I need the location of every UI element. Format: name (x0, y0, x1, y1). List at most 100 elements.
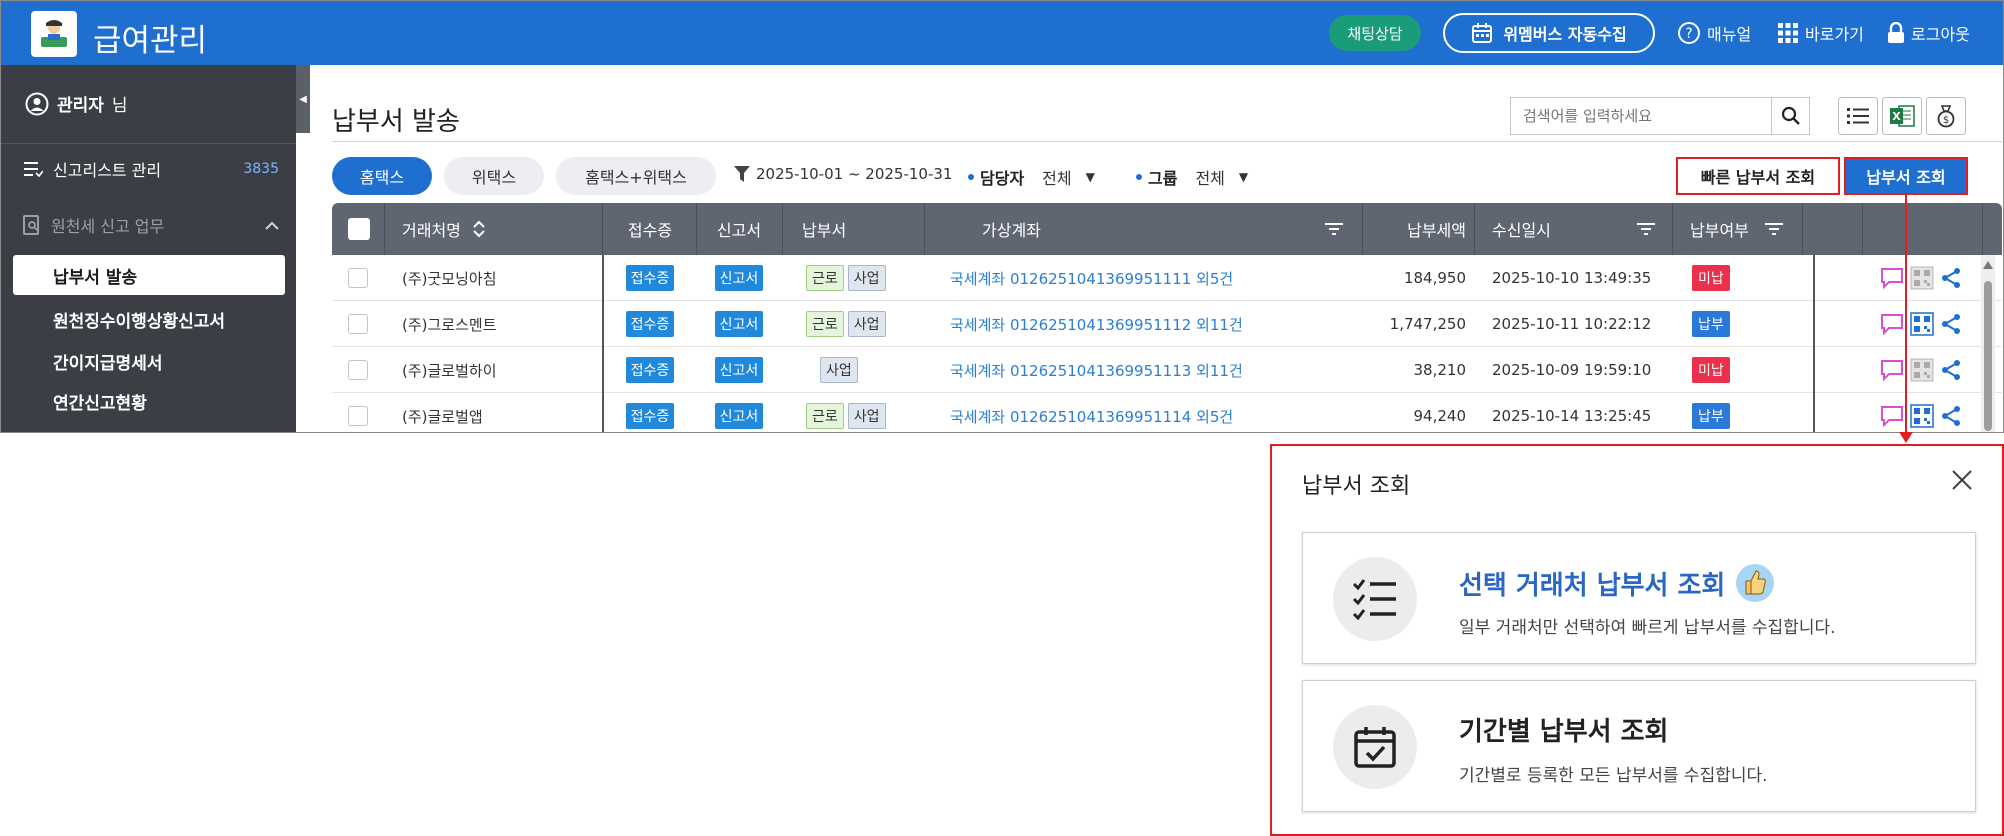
table-row[interactable]: (주)그로스멘트 접수증 신고서 근로 사업 국세계좌 012625104136… (332, 301, 2002, 347)
business-tag[interactable]: 사업 (847, 265, 886, 291)
share-icon[interactable] (1940, 267, 1962, 289)
table-scrollbar[interactable] (1981, 255, 1995, 432)
message-icon[interactable] (1880, 267, 1904, 289)
select-all-cell[interactable] (348, 203, 370, 255)
close-icon[interactable] (1948, 466, 1976, 494)
received-datetime: 2025-10-09 19:59:10 (1492, 361, 1652, 379)
labor-tag[interactable]: 근로 (806, 265, 844, 291)
sidebar-group-withholding[interactable]: 원천세 신고 업무 (23, 213, 279, 237)
header-client[interactable]: 거래처명 (402, 203, 485, 255)
header-received-filter[interactable] (1636, 203, 1656, 255)
virtual-account-link[interactable]: 국세계좌 0126251041369951112 외11건 (950, 314, 1243, 335)
virtual-account-link[interactable]: 국세계좌 0126251041369951113 외11건 (950, 360, 1243, 381)
header-received: 수신일시 (1492, 221, 1551, 240)
column-filter-icon (1325, 223, 1343, 235)
message-icon[interactable] (1880, 359, 1904, 381)
excel-icon: X (1890, 105, 1915, 127)
labor-tag[interactable]: 근로 (806, 403, 844, 429)
sidebar-item-annual-status[interactable]: 연간신고현황 (53, 389, 147, 414)
receipt-button[interactable]: 접수증 (625, 265, 675, 291)
tab-hometax-wetax[interactable]: 홈택스+위택스 (556, 157, 716, 195)
message-icon[interactable] (1880, 313, 1904, 335)
report-button[interactable]: 신고서 (714, 265, 764, 291)
row-checkbox[interactable] (348, 360, 368, 380)
tab-wetax[interactable]: 위택스 (444, 157, 544, 195)
payment-query-button[interactable]: 납부서 조회 (1844, 157, 1968, 195)
select-all-checkbox[interactable] (348, 218, 370, 240)
business-tag[interactable]: 사업 (820, 357, 858, 383)
report-button[interactable]: 신고서 (714, 357, 764, 383)
receipt-button[interactable]: 접수증 (625, 357, 675, 383)
header-report: 신고서 (716, 221, 762, 240)
manual-link[interactable]: ? 매뉴얼 (1677, 19, 1751, 47)
chat-consult-button[interactable]: 채팅상담 (1329, 15, 1421, 51)
list-view-icon (1847, 108, 1869, 124)
fee-button[interactable]: $ (1926, 97, 1966, 135)
header-paid-filter[interactable] (1764, 203, 1784, 255)
svg-text:?: ? (1685, 26, 1692, 42)
client-name[interactable]: (주)글로벌하이 (402, 347, 497, 393)
message-icon[interactable] (1880, 405, 1904, 427)
labor-tag[interactable]: 근로 (806, 311, 844, 337)
tab-hometax[interactable]: 홈택스 (332, 157, 432, 195)
sidebar-item-report-list[interactable]: 신고리스트 관리 3835 (23, 157, 279, 181)
search-button[interactable] (1771, 98, 1809, 134)
sidebar-item-payment-send[interactable]: 납부서 발송 (13, 255, 285, 295)
status-badge: 납부 (1692, 311, 1730, 337)
sidebar-collapse-button[interactable]: ◀ (296, 65, 310, 133)
sidebar-item-label: 신고리스트 관리 (53, 161, 162, 180)
business-tag[interactable]: 사업 (847, 311, 886, 337)
group-filter[interactable]: 그룹 전체 ▼ (1136, 165, 1248, 189)
table-row[interactable]: (주)글로벌하이 접수증 신고서 사업 국세계좌 012625104136995… (332, 347, 2002, 393)
option-selected-clients[interactable]: 선택 거래처 납부서 조회 일부 거래처만 선택하여 빠르게 납부서를 수집합니… (1302, 532, 1976, 664)
report-button[interactable]: 신고서 (714, 403, 764, 429)
date-range-filter[interactable]: 2025-10-01 ~ 2025-10-31 (734, 165, 952, 183)
header-account-filter[interactable] (1324, 203, 1344, 255)
shortcut-link[interactable]: 바로가기 (1777, 19, 1864, 47)
tax-amount: 94,240 (1413, 407, 1467, 425)
report-button[interactable]: 신고서 (714, 311, 764, 337)
business-tag[interactable]: 사업 (847, 403, 886, 429)
column-list-button[interactable] (1838, 97, 1878, 135)
title-divider (332, 141, 2002, 142)
client-name[interactable]: (주)그로스멘트 (402, 301, 497, 347)
qr-icon[interactable] (1910, 312, 1934, 336)
option-title: 기간별 납부서 조회 (1459, 717, 1669, 747)
header-payment: 납부서 (802, 221, 847, 240)
manager-filter[interactable]: 담당자 전체 ▼ (968, 165, 1095, 189)
receipt-button[interactable]: 접수증 (625, 403, 675, 429)
receipt-button[interactable]: 접수증 (625, 311, 675, 337)
row-checkbox[interactable] (348, 406, 368, 426)
option-title-text: 선택 거래처 납부서 조회 (1459, 570, 1726, 601)
sidebar-item-simple-statement[interactable]: 간이지급명세서 (53, 349, 162, 374)
payment-query-popup: 납부서 조회 선택 거래처 납부서 조회 일부 거래처만 선택하여 빠르게 납부… (1270, 444, 2004, 836)
excel-download-button[interactable]: X (1882, 97, 1922, 135)
share-icon[interactable] (1940, 359, 1962, 381)
quick-payment-query-button[interactable]: 빠른 납부서 조회 (1676, 157, 1840, 195)
qr-icon[interactable] (1910, 266, 1934, 290)
option-by-period[interactable]: 기간별 납부서 조회 기간별로 등록한 모든 납부서를 수집합니다. (1302, 680, 1976, 812)
client-name[interactable]: (주)굿모닝아침 (402, 255, 497, 301)
lock-icon (1888, 22, 1904, 43)
logout-link[interactable]: 로그아웃 (1887, 19, 1970, 47)
row-checkbox[interactable] (348, 314, 368, 334)
search-input[interactable] (1511, 98, 1771, 134)
virtual-account-link[interactable]: 국세계좌 0126251041369951111 외5건 (950, 268, 1233, 289)
share-icon[interactable] (1940, 313, 1962, 335)
filter-icon (734, 166, 750, 182)
share-icon[interactable] (1940, 405, 1962, 427)
app-logo[interactable] (31, 11, 77, 57)
sidebar-item-withholding-report[interactable]: 원천징수이행상황신고서 (53, 307, 225, 332)
scroll-up-icon[interactable] (1983, 261, 1993, 269)
table-row[interactable]: (주)글로벌앱 접수증 신고서 근로 사업 국세계좌 0126251041369… (332, 393, 2002, 432)
auto-collect-label: 위멤버스 자동수집 (1503, 25, 1627, 44)
row-checkbox[interactable] (348, 268, 368, 288)
qr-icon[interactable] (1910, 404, 1934, 428)
table-row[interactable]: (주)굿모닝아침 접수증 신고서 근로 사업 국세계좌 012625104136… (332, 255, 2002, 301)
search-box (1510, 97, 1810, 135)
virtual-account-link[interactable]: 국세계좌 0126251041369951114 외5건 (950, 406, 1233, 427)
qr-icon[interactable] (1910, 358, 1934, 382)
scrollbar-thumb[interactable] (1984, 281, 1992, 431)
client-name[interactable]: (주)글로벌앱 (402, 393, 483, 432)
auto-collect-button[interactable]: 위멤버스 자동수집 (1443, 13, 1655, 53)
